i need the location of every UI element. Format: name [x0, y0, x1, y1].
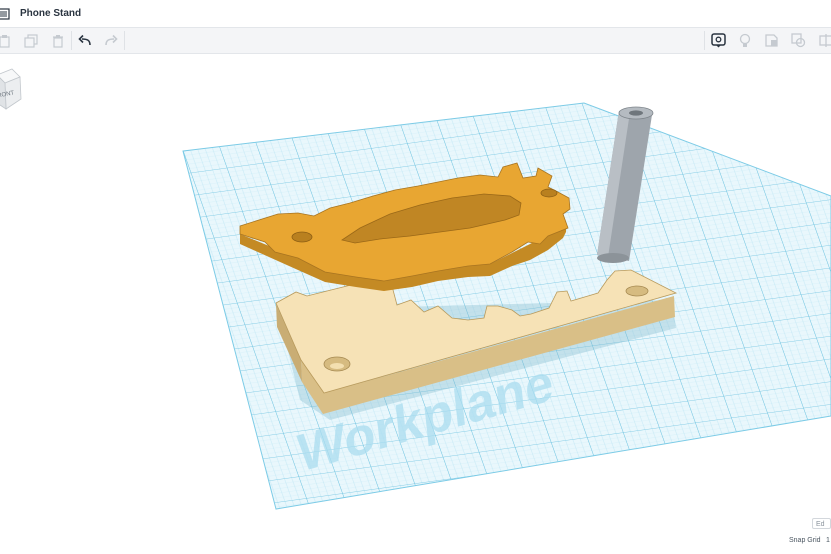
delete-icon[interactable]	[49, 32, 66, 49]
group-icon[interactable]	[763, 32, 780, 49]
peg-hole	[629, 110, 643, 116]
toolbar	[0, 28, 831, 54]
align-icon[interactable]	[818, 32, 831, 49]
light-bulb-icon[interactable]	[736, 32, 753, 49]
toolbar-separator	[71, 31, 72, 50]
base-hole-bottom	[330, 363, 344, 369]
gear-hole	[291, 231, 313, 243]
undo-icon[interactable]	[76, 32, 93, 49]
title-bar: Phone Stand	[0, 0, 831, 28]
snap-grid-label: Snap Grid	[789, 537, 821, 544]
gear-hole	[540, 188, 558, 198]
toolbar-separator	[124, 31, 125, 50]
toolbar-separator	[704, 31, 705, 50]
ungroup-icon[interactable]	[790, 32, 807, 49]
notes-toggle-icon[interactable]	[710, 32, 727, 49]
base-hole	[625, 285, 649, 297]
duplicate-icon[interactable]	[22, 32, 39, 49]
workplane[interactable]: Workplane	[15, 54, 831, 554]
menu-icon[interactable]	[0, 7, 10, 21]
workplane-canvas[interactable]: Workplane	[0, 54, 831, 554]
edit-grid-button[interactable]: Ed	[812, 518, 831, 529]
snap-grid-value[interactable]: 1	[826, 537, 830, 544]
design-title[interactable]: Phone Stand	[16, 8, 81, 19]
redo-icon[interactable]	[102, 32, 119, 49]
paste-icon[interactable]	[0, 32, 12, 49]
